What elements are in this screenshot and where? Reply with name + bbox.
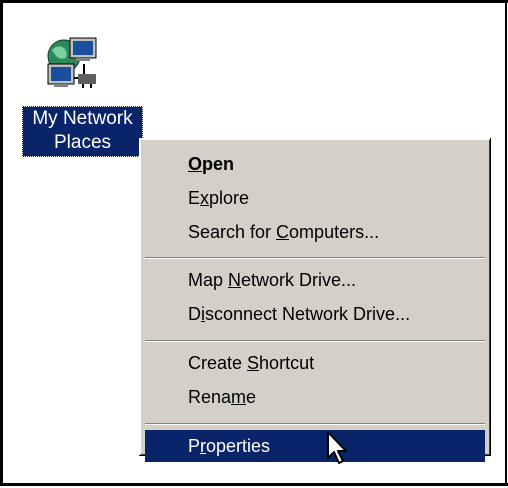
menu-separator bbox=[145, 340, 485, 342]
desktop-icon-label: My Network Places bbox=[22, 106, 143, 157]
menu-item-create-shortcut[interactable]: Create Shortcut bbox=[145, 346, 485, 380]
menu-separator bbox=[145, 257, 485, 259]
menu-item-search-for-computers[interactable]: Search for Computers... bbox=[145, 215, 485, 249]
menu-item-properties[interactable]: Properties bbox=[145, 430, 485, 462]
my-network-places-shortcut[interactable]: My Network Places bbox=[22, 34, 146, 158]
network-places-icon bbox=[47, 37, 97, 88]
menu-item-map-network-drive[interactable]: Map Network Drive... bbox=[145, 263, 485, 297]
menu-item-open[interactable]: Open bbox=[145, 147, 485, 181]
menu-item-rename[interactable]: Rename bbox=[145, 380, 485, 414]
arrow-pointer-icon bbox=[327, 431, 347, 464]
menu-item-disconnect-network-drive[interactable]: Disconnect Network Drive... bbox=[145, 297, 485, 331]
context-menu: Open Explore Search for Computers... Map… bbox=[139, 138, 491, 462]
menu-item-explore[interactable]: Explore bbox=[145, 181, 485, 215]
menu-separator bbox=[145, 423, 485, 425]
